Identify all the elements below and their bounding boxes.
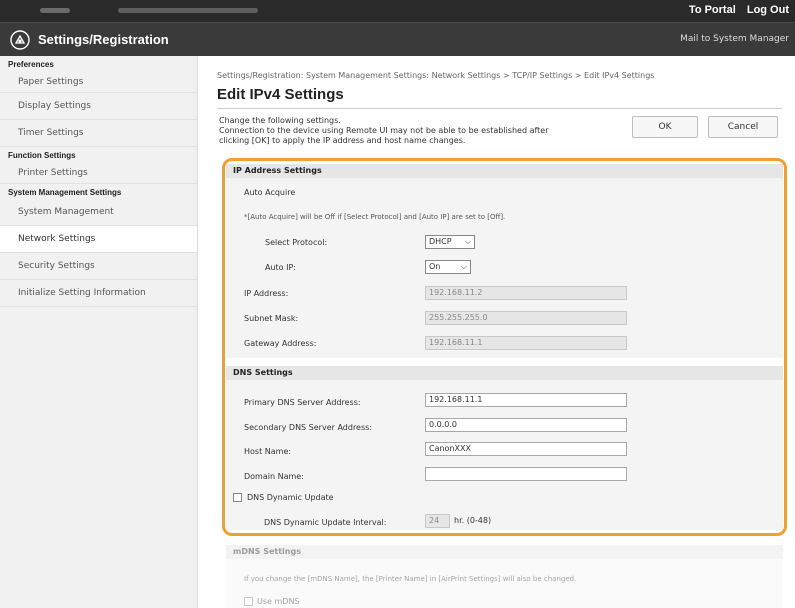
sidebar-heading-system-management: System Management Settings: [8, 188, 122, 197]
sidebar-item-system-management[interactable]: System Management: [0, 199, 197, 226]
sidebar-item-initialize[interactable]: Initialize Setting Information: [0, 280, 197, 307]
app-header: Settings/Registration Mail to System Man…: [0, 22, 795, 56]
use-mdns-label: Use mDNS: [257, 597, 300, 606]
ok-button[interactable]: OK: [632, 116, 698, 138]
page-title: Edit IPv4 Settings: [217, 86, 344, 103]
settings-icon: [10, 30, 30, 50]
sidebar-item-network[interactable]: Network Settings: [0, 226, 197, 253]
sidebar: Preferences Paper Settings Display Setti…: [0, 56, 198, 608]
sidebar-item-display[interactable]: Display Settings: [0, 93, 197, 120]
description-line: clicking [OK] to apply the IP address an…: [219, 136, 466, 145]
logout-link[interactable]: Log Out: [747, 4, 789, 16]
sidebar-item-paper[interactable]: Paper Settings: [0, 71, 197, 93]
blurred-text: [40, 8, 70, 13]
description-line: Connection to the device using Remote UI…: [219, 126, 549, 135]
sidebar-item-security[interactable]: Security Settings: [0, 253, 197, 280]
sidebar-heading-function: Function Settings: [8, 151, 76, 160]
cancel-button[interactable]: Cancel: [708, 116, 778, 138]
top-links: To Portal Log Out: [681, 4, 789, 16]
to-portal-link[interactable]: To Portal: [689, 4, 736, 16]
mdns-settings-panel: [226, 559, 783, 608]
highlight-frame: [222, 158, 787, 536]
sidebar-item-timer[interactable]: Timer Settings: [0, 120, 197, 147]
mail-system-manager-link[interactable]: Mail to System Manager: [680, 34, 789, 44]
sidebar-item-printer[interactable]: Printer Settings: [0, 162, 197, 184]
page-description: Change the following settings. Connectio…: [219, 116, 639, 146]
blurred-text: [118, 8, 258, 13]
mdns-settings-header: mDNS Settings: [226, 545, 783, 559]
app-title: Settings/Registration: [38, 32, 169, 47]
sidebar-heading-preferences: Preferences: [8, 60, 54, 69]
mdns-note: If you change the [mDNS Name], the [Prin…: [244, 575, 577, 583]
breadcrumb: Settings/Registration: System Management…: [217, 71, 655, 80]
description-line: Change the following settings.: [219, 116, 341, 125]
top-bar: To Portal Log Out: [0, 0, 795, 22]
title-divider: [217, 108, 782, 109]
use-mdns-checkbox[interactable]: [244, 597, 253, 606]
